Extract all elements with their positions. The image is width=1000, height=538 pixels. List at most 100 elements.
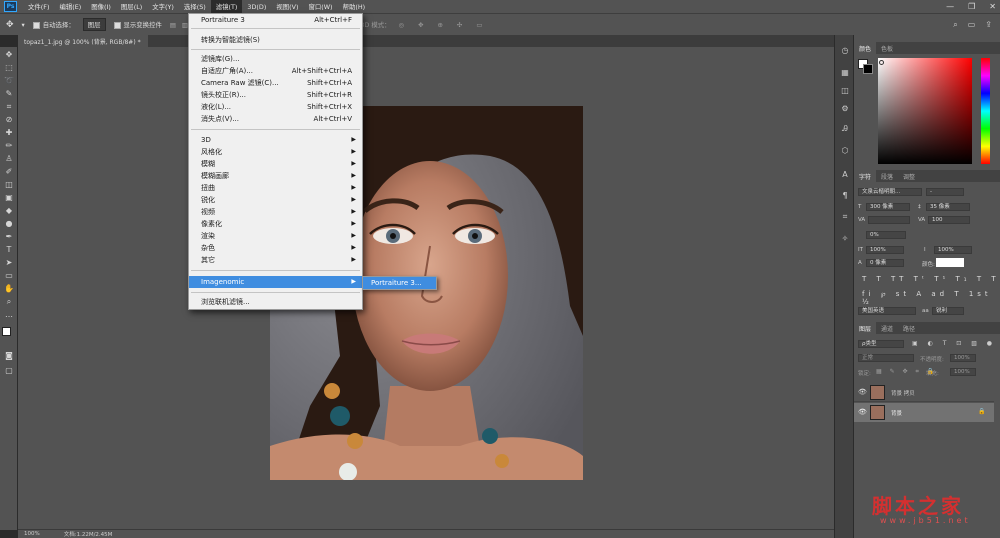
menu-item-sharpen[interactable]: 锐化 ▶ [189, 194, 362, 206]
mode-3d-icons[interactable]: ◎ ✥ ⊕ ✣ ▭ [399, 21, 489, 29]
menu-item-lens-correction[interactable]: 镜头校正(R)... Shift+Ctrl+R [189, 89, 362, 101]
menu-item-noise[interactable]: 杂色 ▶ [189, 242, 362, 254]
menu-item-browse-online-filters[interactable]: 浏览联机滤镜... [189, 296, 362, 308]
menu-help[interactable]: 帮助(H) [338, 0, 371, 13]
fill-field[interactable]: 100% [950, 368, 976, 376]
baseline-shift-field[interactable]: 0 像素 [866, 259, 904, 267]
tab-layers[interactable]: 图层 [854, 322, 877, 334]
menu-item-blur[interactable]: 模糊 ▶ [189, 158, 362, 170]
blend-mode-select[interactable]: 正常 [858, 354, 914, 362]
menu-filter[interactable]: 滤镜(T) [210, 0, 243, 13]
tab-color[interactable]: 颜色 [854, 42, 877, 54]
menu-select[interactable]: 选择(S) [179, 0, 211, 13]
swatches-icon[interactable]: ▦ [839, 67, 851, 79]
menu-view[interactable]: 视图(V) [271, 0, 303, 13]
lasso-tool-icon[interactable]: ➰ [3, 75, 15, 86]
path-select-tool-icon[interactable]: ➤ [3, 257, 15, 268]
anti-alias-select[interactable]: 锐利 [932, 307, 964, 315]
move-tool-icon[interactable]: ✥ [3, 49, 15, 60]
menu-file[interactable]: 文件(F) [23, 0, 54, 13]
history-brush-icon[interactable]: ✐ [3, 166, 15, 177]
restore-icon[interactable]: ❐ [968, 2, 975, 11]
menu-item-liquify[interactable]: 液化(L)... Shift+Ctrl+X [189, 101, 362, 113]
text-color-swatch[interactable] [936, 258, 964, 267]
scale-field[interactable]: 0% [866, 231, 906, 239]
color-picker-marker[interactable] [879, 60, 884, 65]
menu-item-portraiture-last[interactable]: Portraiture 3 Alt+Ctrl+F [189, 14, 362, 26]
close-icon[interactable]: ✕ [989, 2, 996, 11]
move-tool-icon[interactable]: ✥ [6, 20, 14, 30]
tab-character[interactable]: 字符 [854, 170, 877, 182]
menu-edit[interactable]: 编辑(E) [54, 0, 86, 13]
menu-item-distort[interactable]: 扭曲 ▶ [189, 182, 362, 194]
screen-mode-icon[interactable]: ▢ [3, 365, 15, 376]
glyphs-icon[interactable]: Ꭿ [839, 123, 851, 135]
healing-brush-icon[interactable]: ✚ [3, 127, 15, 138]
vertical-scale-field[interactable]: 100% [866, 246, 904, 254]
visibility-eye-icon[interactable]: 👁 [858, 388, 867, 396]
3d-icon[interactable]: ⬡ [839, 145, 851, 157]
auto-select-checkbox[interactable]: 自动选择： [32, 20, 75, 29]
bg-color-chip[interactable] [863, 64, 873, 74]
language-select[interactable]: 美国英语 [858, 307, 916, 315]
font-style-select[interactable]: - [926, 188, 964, 196]
quick-select-tool-icon[interactable]: ✎ [3, 88, 15, 99]
document-tab[interactable]: topaz1_1.jpg @ 100% (背景, RGB/8#) * × [18, 35, 148, 53]
layer-row[interactable]: 👁 背景 拷贝 [854, 383, 994, 402]
document-info[interactable]: 文档:1.22M/2.45M [64, 530, 113, 538]
font-family-select[interactable]: 文泉云楷明朝... [858, 188, 922, 196]
menu-item-convert-smart-filter[interactable]: 转换为智能滤镜(S) [189, 34, 362, 46]
adjust-icon[interactable]: ⌗ [839, 211, 851, 223]
color-picker-field[interactable] [878, 58, 972, 164]
blur-tool-icon[interactable]: ◆ [3, 205, 15, 216]
zoom-tool-icon[interactable]: ⌕ [3, 296, 15, 307]
text-style-buttons[interactable]: T T TT Tᵗ T¹ T₁ T T [862, 275, 1000, 283]
auto-select-target-select[interactable]: 图层 [82, 18, 106, 31]
menu-item-pixelate[interactable]: 像素化 ▶ [189, 218, 362, 230]
libraries-icon[interactable]: ◫ [839, 85, 851, 97]
hand-tool-icon[interactable]: ✋ [3, 283, 15, 294]
search-icon[interactable]: ⌕ [953, 20, 957, 30]
tab-paths[interactable]: 路径 [898, 322, 920, 334]
menu-3d[interactable]: 3D(D) [242, 0, 271, 13]
more-tools-icon[interactable]: … [3, 309, 15, 320]
pen-tool-icon[interactable]: ✒ [3, 231, 15, 242]
gradient-tool-icon[interactable]: ▣ [3, 192, 15, 203]
layer-row[interactable]: 👁 背景 🔒 [854, 403, 994, 422]
menu-item-3d[interactable]: 3D ▶ [189, 134, 362, 146]
hue-slider[interactable] [981, 58, 990, 164]
clone-stamp-icon[interactable]: ♙ [3, 153, 15, 164]
rectangle-tool-icon[interactable]: ▭ [3, 270, 15, 281]
menu-item-filter-gallery[interactable]: 滤镜库(G)... [189, 53, 362, 65]
menu-item-imagenomic[interactable]: Imagenomic ▶ [189, 276, 362, 288]
minimize-icon[interactable]: — [946, 2, 954, 11]
marquee-tool-icon[interactable]: ⬚ [3, 62, 15, 73]
dodge-tool-icon[interactable]: ● [3, 218, 15, 229]
history-icon[interactable]: ◷ [839, 45, 851, 57]
menu-item-adaptive-wide-angle[interactable]: 自适应广角(A)... Alt+Shift+Ctrl+A [189, 65, 362, 77]
opacity-field[interactable]: 100% [950, 354, 976, 362]
type-tool-icon[interactable]: T [3, 244, 15, 255]
tab-adjust[interactable]: 调整 [898, 170, 920, 182]
brush-tool-icon[interactable]: ✏ [3, 140, 15, 151]
kerning-field[interactable] [868, 216, 910, 224]
workspace-icon[interactable]: ▭ [968, 20, 976, 30]
paths-icon[interactable]: ✧ [839, 233, 851, 245]
quick-mask-icon[interactable]: ◙ [3, 350, 15, 361]
layer-filter-select[interactable]: ρ类型 [858, 340, 904, 348]
opentype-buttons[interactable]: fi ℘ st A ad T 1st ½ [862, 290, 1000, 306]
character-icon[interactable]: A [839, 169, 851, 181]
photoshop-logo-icon[interactable]: Ps [4, 1, 17, 12]
menu-image[interactable]: 图像(I) [86, 0, 116, 13]
eyedropper-tool-icon[interactable]: ⊘ [3, 114, 15, 125]
menu-window[interactable]: 窗口(W) [303, 0, 337, 13]
properties-icon[interactable]: ⚙ [839, 103, 851, 115]
tracking-field[interactable]: 100 [928, 216, 970, 224]
leading-field[interactable]: 35 像素 [926, 203, 970, 211]
menu-item-camera-raw[interactable]: Camera Raw 滤镜(C)... Shift+Ctrl+A [189, 77, 362, 89]
layer-filter-icons[interactable]: ▣ ◐ T ⊡ ▧ ● [912, 340, 996, 347]
tab-channels[interactable]: 通道 [876, 322, 898, 334]
show-transform-checkbox[interactable]: 显示变换控件 [113, 20, 162, 29]
crop-tool-icon[interactable]: ⌗ [3, 101, 15, 112]
menu-layer[interactable]: 图层(L) [116, 0, 147, 13]
